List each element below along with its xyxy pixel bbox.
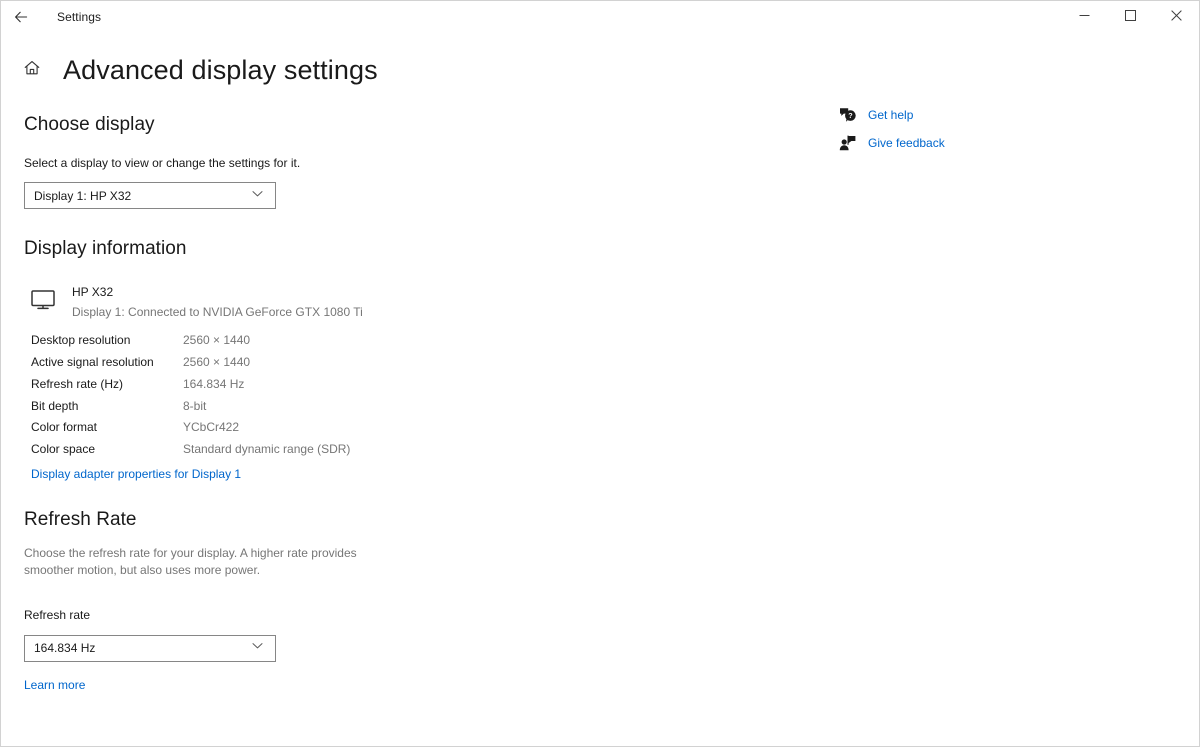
display-select-value: Display 1: HP X32 [34, 188, 132, 203]
table-row: Color space Standard dynamic range (SDR) [31, 442, 351, 465]
give-feedback-label: Give feedback [868, 136, 945, 150]
close-icon [1170, 8, 1182, 26]
info-label: Refresh rate (Hz) [31, 376, 124, 391]
caption-buttons [1061, 1, 1199, 32]
page-header: Advanced display settings [1, 50, 1199, 90]
info-value: 2560 × 1440 [183, 333, 251, 348]
refresh-rate-heading: Refresh Rate [24, 508, 137, 530]
refresh-rate-select[interactable]: 164.834 Hz [24, 634, 276, 662]
info-label: Color format [31, 420, 98, 435]
chevron-down-icon [251, 639, 264, 657]
chevron-down-icon [251, 187, 264, 205]
table-row: Bit depth 8-bit [31, 398, 350, 422]
settings-window: Settings Advanced display settings Choos… [0, 0, 1200, 747]
minimize-button[interactable] [1061, 1, 1107, 32]
back-button[interactable] [1, 1, 41, 32]
display-information-heading: Display information [24, 238, 187, 260]
info-value: YCbCr422 [183, 420, 240, 435]
table-row: Desktop resolution 2560 × 1440 [31, 333, 350, 356]
content-area: Choose display Select a display to view … [1, 114, 1199, 694]
info-value: 2560 × 1440 [183, 354, 251, 369]
refresh-rate-description: Choose the refresh rate for your display… [24, 545, 357, 578]
get-help-link[interactable]: ? Get help [839, 105, 1039, 125]
info-label: Color space [31, 442, 96, 457]
maximize-icon [1124, 8, 1136, 26]
get-help-label: Get help [868, 108, 914, 122]
info-label: Bit depth [31, 398, 79, 413]
table-row: Active signal resolution 2560 × 1440 [31, 354, 350, 378]
give-feedback-link[interactable]: Give feedback [839, 133, 1039, 153]
title-bar: Settings [1, 1, 1199, 32]
page-title: Advanced display settings [63, 54, 378, 85]
display-adapter-properties-link[interactable]: Display adapter properties for Display 1 [31, 467, 241, 481]
learn-more-link[interactable]: Learn more [24, 678, 85, 692]
table-row: Color format YCbCr422 [31, 421, 350, 443]
help-panel: ? Get help Give feedback [839, 105, 1039, 161]
display-connection: Display 1: Connected to NVIDIA GeForce G… [72, 304, 363, 319]
display-identity-text: HP X32 Display 1: Connected to NVIDIA Ge… [72, 285, 363, 320]
info-value: Standard dynamic range (SDR) [183, 442, 351, 457]
svg-text:?: ? [848, 111, 852, 120]
info-value: 8-bit [183, 398, 207, 413]
display-info-table: Desktop resolution 2560 × 1440 Active si… [31, 333, 351, 465]
maximize-button[interactable] [1107, 1, 1153, 32]
info-label: Active signal resolution [31, 354, 154, 369]
home-icon [23, 59, 41, 82]
info-value: 164.834 Hz [183, 376, 245, 391]
monitor-icon [31, 290, 57, 315]
back-arrow-icon [13, 9, 29, 25]
info-label: Desktop resolution [31, 333, 131, 348]
minimize-icon [1079, 8, 1090, 26]
window-title: Settings [57, 9, 102, 24]
table-row: Refresh rate (Hz) 164.834 Hz [31, 376, 350, 400]
close-button[interactable] [1153, 1, 1199, 32]
display-select[interactable]: Display 1: HP X32 [24, 182, 276, 210]
home-button[interactable] [23, 59, 41, 82]
help-bubble-icon: ? [839, 107, 861, 123]
display-identity: HP X32 Display 1: Connected to NVIDIA Ge… [24, 285, 1179, 320]
refresh-rate-select-value: 164.834 Hz [34, 641, 96, 656]
feedback-person-icon [839, 135, 861, 151]
display-name: HP X32 [72, 284, 114, 299]
display-info-table-body: Desktop resolution 2560 × 1440 Active si… [31, 333, 351, 465]
refresh-rate-field-label: Refresh rate [24, 607, 91, 622]
